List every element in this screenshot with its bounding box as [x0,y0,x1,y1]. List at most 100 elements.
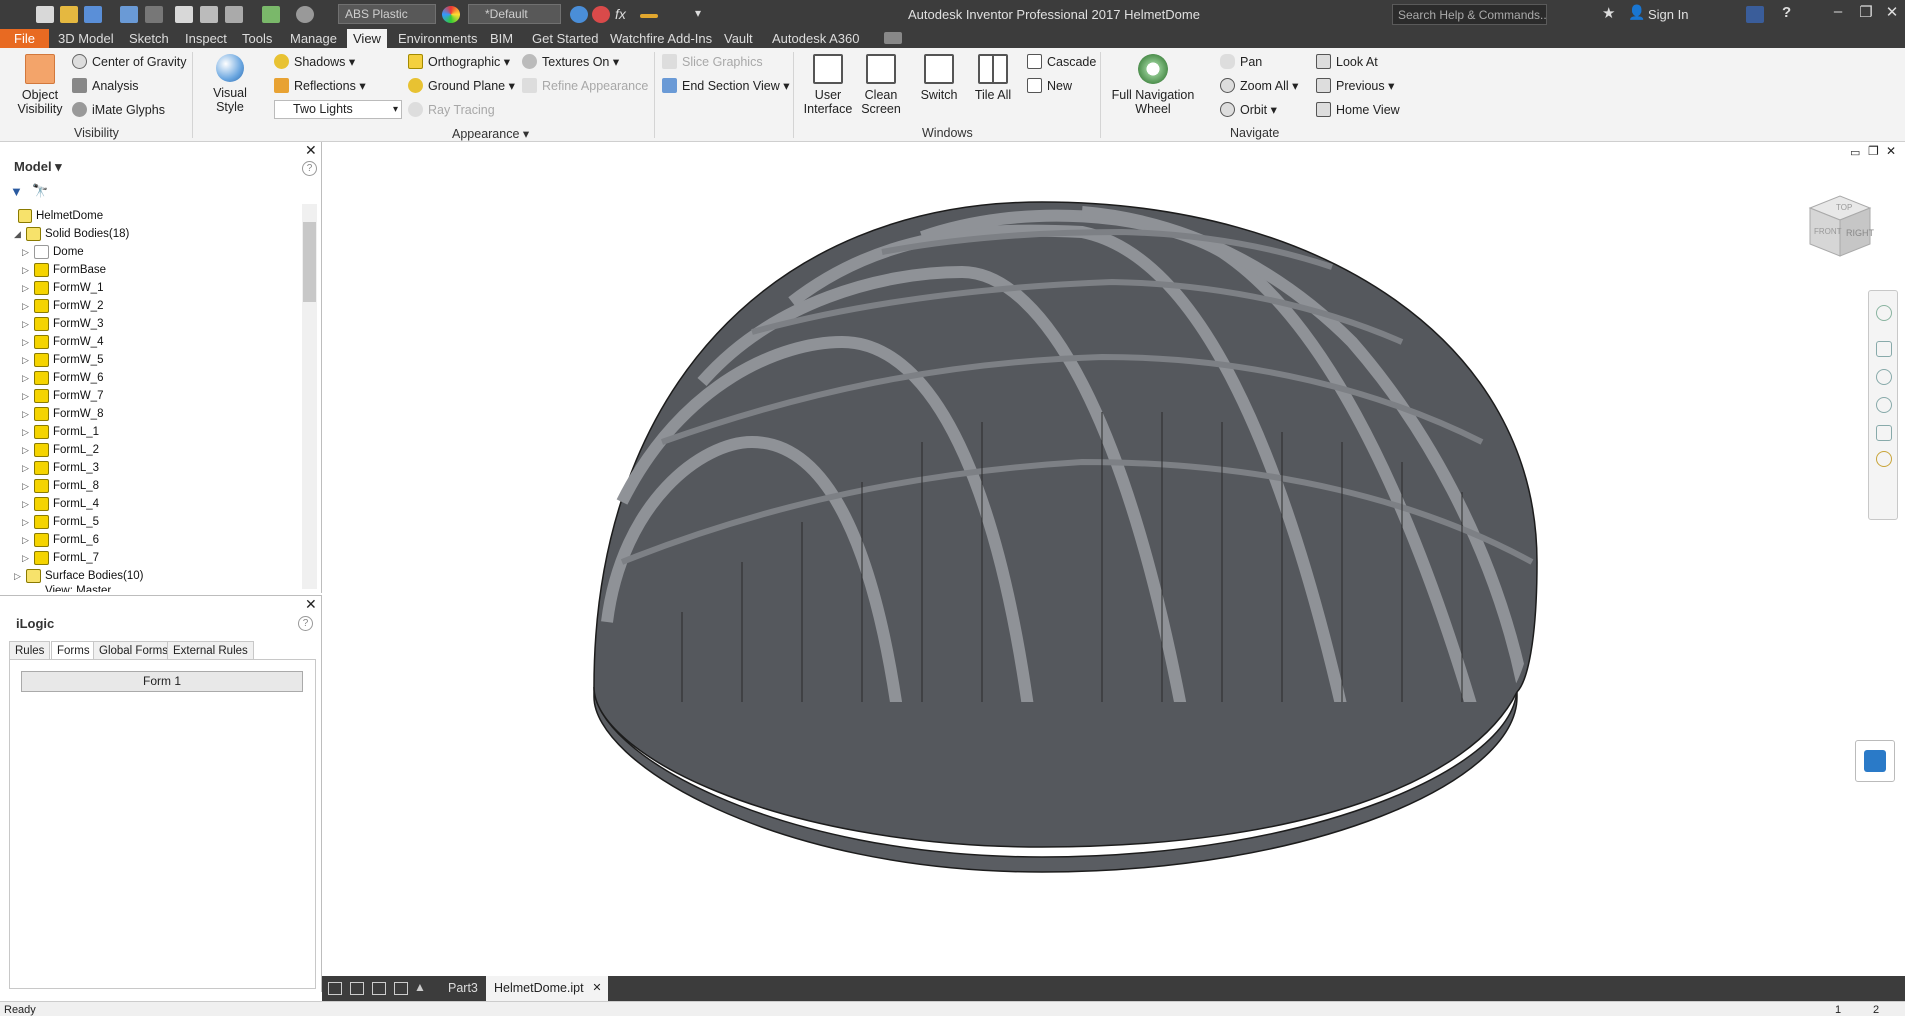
ilogic-tab-forms[interactable]: Forms [51,641,96,660]
refine-appearance-button[interactable]: Refine Appearance [522,78,648,93]
print-icon[interactable] [225,6,243,23]
ilogic-help-icon[interactable]: ? [298,616,313,631]
arrange-icon[interactable]: ▲ [414,980,426,994]
exchange-icon[interactable] [1746,6,1764,23]
center-of-gravity-button[interactable]: Center of Gravity [72,54,186,69]
tree-solid-bodies[interactable]: ◢ Solid Bodies(18) [0,225,300,243]
expand-icon[interactable]: ▷ [22,477,29,495]
look-at-button[interactable]: Look At [1316,54,1378,69]
home-icon[interactable] [175,6,193,23]
tab-manage[interactable]: Manage [284,29,343,48]
ray-tracing-button[interactable]: Ray Tracing [408,102,495,117]
tree-item-forml-8[interactable]: ▷ FormL_8 [0,477,300,495]
tab-watchfire-addins[interactable]: Watchfire Add-Ins [604,29,718,48]
orthographic-button[interactable]: Orthographic ▾ [408,54,510,69]
ilogic-close-icon[interactable]: ✕ [305,596,317,613]
expand-icon[interactable]: ▷ [22,387,29,405]
previous-view-button[interactable]: Previous ▾ [1316,78,1394,93]
tab-bim[interactable]: BIM [484,29,519,48]
star-icon[interactable]: ★ [1602,4,1620,22]
expand-icon[interactable]: ▷ [22,405,29,423]
browser-scroll-thumb[interactable] [303,222,316,302]
tab-get-started[interactable]: Get Started [526,29,604,48]
analysis-button[interactable]: Analysis [72,78,139,93]
slice-graphics-button[interactable]: Slice Graphics [662,54,763,69]
textures-on-button[interactable]: Textures On ▾ [522,54,619,69]
ground-plane-button[interactable]: Ground Plane ▾ [408,78,515,93]
ilogic-tab-global-forms[interactable]: Global Forms [93,641,175,660]
switch-button[interactable]: Switch [914,54,964,102]
clear-appearance-icon[interactable] [592,6,610,23]
sign-in-link[interactable]: Sign In [1648,7,1688,22]
ilogic-tab-rules[interactable]: Rules [9,641,51,660]
restore-button[interactable]: ❐ [1854,3,1878,25]
tab-vault[interactable]: Vault [718,29,759,48]
look-at-nav-icon[interactable] [1876,425,1892,441]
open-folder-icon[interactable] [60,6,78,23]
tree-view-master[interactable]: View: Master [0,582,300,592]
tree-item-forml-2[interactable]: ▷ FormL_2 [0,441,300,459]
expand-icon[interactable]: ▷ [22,549,29,567]
cascade-windows-icon[interactable] [328,982,342,995]
full-navigation-wheel-button[interactable]: Full Navigation Wheel [1108,54,1198,116]
appearance-nav-icon[interactable] [1876,451,1892,467]
tab-tools[interactable]: Tools [236,29,278,48]
zoom-all-button[interactable]: Zoom All ▾ [1220,78,1298,93]
search-help-input[interactable]: Search Help & Commands... [1392,4,1547,25]
tree-item-forml-4[interactable]: ▷ FormL_4 [0,495,300,513]
tab-3d-model[interactable]: 3D Model [52,29,120,48]
expand-icon[interactable]: ▷ [22,279,29,297]
steering-wheel-icon[interactable] [1876,305,1892,321]
filter-icon[interactable]: ▼ [10,184,23,199]
pan-button[interactable]: Pan [1220,54,1262,69]
user-icon[interactable]: 👤 [1628,4,1646,21]
reflections-button[interactable]: Reflections ▾ [274,78,366,93]
expand-icon[interactable]: ▷ [22,495,29,513]
tree-item-forml-3[interactable]: ▷ FormL_3 [0,459,300,477]
cascade-button[interactable]: Cascade [1027,54,1096,69]
tree-item-formw-7[interactable]: ▷ FormW_7 [0,387,300,405]
expand-icon[interactable]: ▷ [22,513,29,531]
new-file-icon[interactable] [36,6,54,23]
collapse-icon[interactable]: ◢ [14,225,21,243]
expand-icon[interactable]: ▷ [22,441,29,459]
tile-all-button[interactable]: Tile All [968,54,1018,102]
doc-tab-part3[interactable]: Part3 [440,976,486,1001]
tree-item-formbase[interactable]: ▷ FormBase [0,261,300,279]
tab-sketch[interactable]: Sketch [123,29,175,48]
ilogic-tab-external-rules[interactable]: External Rules [167,641,254,660]
tab-file[interactable]: File [0,29,49,48]
doc-tab-helmetdome[interactable]: HelmetDome.ipt ✕ [486,976,608,1001]
measure-icon[interactable] [262,6,280,23]
expand-icon[interactable]: ▷ [22,369,29,387]
graphics-viewport[interactable]: ▭ ❐ ✕ TOP FRONT RIGHT [322,142,1905,976]
appearance-dropdown[interactable]: *Default [468,4,561,24]
orbit-button[interactable]: Orbit ▾ [1220,102,1277,117]
tree-item-formw-1[interactable]: ▷ FormW_1 [0,279,300,297]
minimize-button[interactable]: – [1826,3,1850,25]
tree-item-forml-7[interactable]: ▷ FormL_7 [0,549,300,567]
shadows-button[interactable]: Shadows ▾ [274,54,355,69]
tree-item-forml-1[interactable]: ▷ FormL_1 [0,423,300,441]
home-view-button[interactable]: Home View [1316,102,1400,117]
adjust-icon[interactable] [570,6,588,23]
expand-icon[interactable]: ▷ [22,351,29,369]
tile-horizontal-icon[interactable] [372,982,386,995]
expand-icon[interactable]: ▷ [22,423,29,441]
visual-style-button[interactable]: Visual Style [198,54,262,114]
browser-title[interactable]: Model ▾ [14,159,62,175]
viewcube[interactable]: TOP FRONT RIGHT [1800,190,1880,273]
pan-nav-icon[interactable] [1876,341,1892,357]
end-section-view-button[interactable]: End Section View ▾ [662,78,790,93]
tab-view[interactable]: View [347,29,387,48]
expand-icon[interactable]: ▷ [22,531,29,549]
customize-icon[interactable]: ▾ [695,6,713,23]
tab-inspect[interactable]: Inspect [179,29,233,48]
tree-item-formw-4[interactable]: ▷ FormW_4 [0,333,300,351]
expand-icon[interactable]: ▷ [22,459,29,477]
close-button[interactable]: ✕ [1880,3,1904,25]
tree-item-forml-5[interactable]: ▷ FormL_5 [0,513,300,531]
expand-icon[interactable]: ▷ [22,297,29,315]
expand-icon[interactable]: ▷ [22,261,29,279]
tree-item-formw-6[interactable]: ▷ FormW_6 [0,369,300,387]
